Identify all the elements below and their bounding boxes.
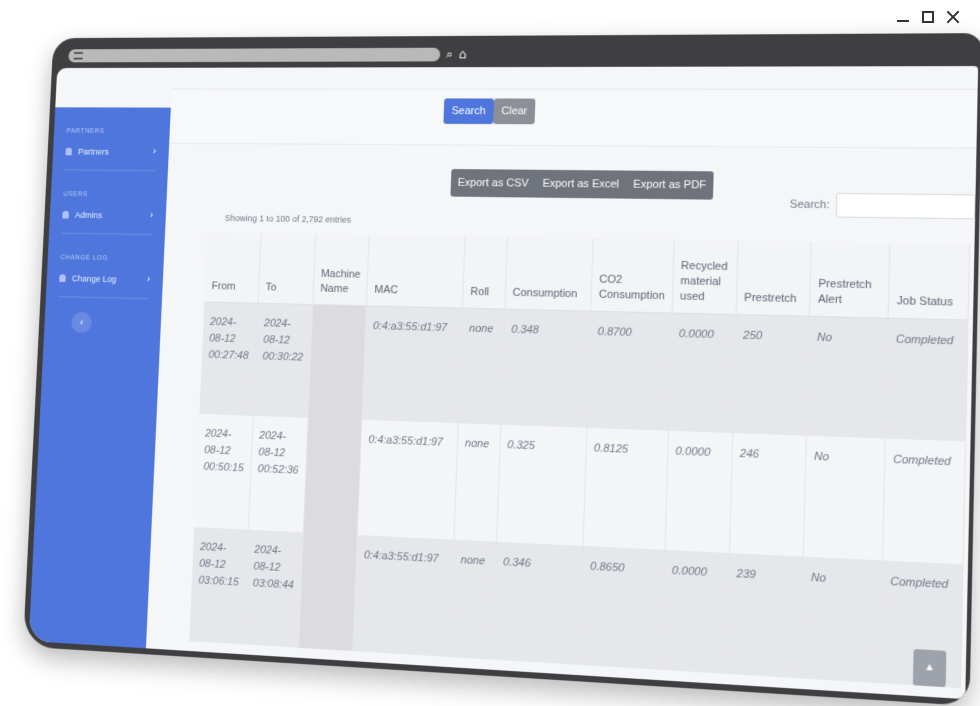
cell-consumption: 0.346	[492, 541, 584, 665]
column-header-job-status[interactable]: Job Status	[888, 243, 970, 320]
cell-roll: none	[454, 423, 501, 542]
minimize-icon[interactable]	[896, 10, 910, 24]
maximize-icon[interactable]	[921, 10, 935, 24]
cell-consumption: 0.325	[496, 424, 587, 546]
chevron-right-icon: ›	[152, 146, 157, 157]
address-bar[interactable]	[68, 47, 441, 63]
home-icon[interactable]: ⌂	[459, 47, 468, 62]
cell-co2-consumption: 0.8125	[583, 427, 669, 550]
column-header-recycled-material[interactable]: Recycled material used	[671, 239, 738, 315]
sidebar-heading: USERS	[63, 191, 89, 199]
cell-roll: none	[458, 307, 505, 425]
sidebar-item-change-log[interactable]: Change Log ›	[58, 272, 151, 300]
cell-prestretch: 246	[729, 433, 807, 557]
cell-job-status: Completed	[885, 317, 969, 442]
export-excel-button[interactable]: Export as Excel	[535, 170, 626, 199]
cell-co2-consumption: 0.8700	[586, 310, 672, 431]
page-viewport: PARTNERS Partners › USERS Admins › CHANG…	[28, 66, 979, 700]
address-bar-row: ⌕ ⌂	[68, 41, 961, 66]
column-header-prestretch-alert[interactable]: Prestretch Alert	[809, 241, 891, 318]
column-header-consumption[interactable]: Consumption	[504, 236, 594, 311]
export-pdf-button[interactable]: Export as PDF	[626, 171, 714, 200]
scroll-to-top-button[interactable]: ▲	[912, 649, 947, 688]
cell-to: 2024-08-12 00:52:36	[248, 415, 308, 533]
cell-prestretch: 250	[732, 314, 810, 436]
export-csv-button[interactable]: Export as CSV	[450, 169, 536, 198]
user-icon	[65, 147, 73, 155]
cell-job-status: Completed	[882, 438, 966, 565]
cell-prestretch-alert: No	[806, 315, 889, 439]
column-header-mac[interactable]: MAC	[366, 234, 466, 308]
cell-co2-consumption: 0.8650	[579, 545, 665, 670]
sidebar-item-label: Admins	[74, 209, 103, 220]
cell-mac: 0:4:a3:55:d1:97	[362, 305, 463, 424]
sidebar-section-partners: PARTNERS Partners ›	[52, 107, 171, 172]
export-button-group: Export as CSV Export as Excel Export as …	[450, 169, 714, 200]
chevron-right-icon: ›	[146, 274, 151, 285]
table-search: Search:	[789, 192, 976, 220]
cell-consumption: 0.348	[500, 308, 591, 428]
cell-from: 2024-08-12 00:50:15	[194, 413, 254, 530]
table-search-input[interactable]	[835, 192, 976, 220]
cell-from: 2024-08-12 00:27:48	[199, 301, 258, 416]
cell-recycled-material: 0.0000	[668, 312, 736, 434]
sidebar-heading: CHANGE LOG	[60, 254, 109, 262]
cell-machine-name	[298, 532, 358, 652]
user-icon	[59, 273, 66, 282]
search-icon[interactable]: ⌕	[446, 47, 454, 62]
screenshot-stage: ⌕ ⌂ PARTNERS Partners › USERS Admins › C…	[0, 0, 980, 706]
sidebar-item-label: Change Log	[71, 273, 117, 284]
tune-icon[interactable]	[73, 52, 84, 60]
close-icon[interactable]	[946, 10, 960, 24]
sidebar-item-partners[interactable]: Partners ›	[64, 145, 157, 172]
sidebar-item-admins[interactable]: Admins ›	[61, 209, 154, 236]
cell-mac: 0:4:a3:55:d1:97	[357, 419, 459, 540]
cell-to: 2024-08-12 03:08:44	[243, 529, 304, 648]
cell-prestretch-alert: No	[800, 556, 883, 684]
cell-recycled-material: 0.0000	[664, 430, 733, 553]
chevron-right-icon: ›	[149, 210, 154, 221]
main-content: Search Clear Export as CSV Export as Exc…	[146, 66, 978, 699]
cell-prestretch: 239	[725, 552, 804, 679]
sidebar-item-label: Partners	[77, 146, 110, 157]
column-header-to[interactable]: To	[257, 233, 316, 305]
column-header-prestretch[interactable]: Prestretch	[735, 240, 812, 316]
cell-machine-name	[303, 417, 363, 535]
sidebar-collapse-button[interactable]: ‹	[71, 311, 92, 334]
table-search-label: Search:	[789, 198, 830, 212]
search-button[interactable]: Search	[443, 98, 494, 125]
cell-recycled-material: 0.0000	[661, 549, 730, 674]
sidebar-heading: PARTNERS	[66, 128, 105, 135]
cell-machine-name	[307, 304, 367, 420]
jobs-table: From To Machine Name MAC Roll Consumptio…	[189, 232, 970, 689]
user-icon	[62, 210, 69, 219]
sidebar-section-users: USERS Admins ›	[49, 170, 168, 236]
column-header-co2-consumption[interactable]: CO2 Consumption	[590, 238, 675, 313]
sidebar-section-change-log: CHANGE LOG Change Log ›	[46, 233, 165, 300]
column-header-from[interactable]: From	[204, 232, 261, 303]
cell-to: 2024-08-12 00:30:22	[253, 302, 313, 418]
clear-button[interactable]: Clear	[493, 98, 536, 125]
cell-prestretch-alert: No	[803, 435, 886, 561]
column-header-roll[interactable]: Roll	[462, 236, 508, 309]
column-header-machine-name[interactable]: Machine Name	[312, 233, 370, 306]
filter-bar	[169, 88, 978, 149]
browser-device-frame: ⌕ ⌂ PARTNERS Partners › USERS Admins › C…	[23, 33, 980, 706]
cell-mac: 0:4:a3:55:d1:97	[352, 534, 455, 657]
window-controls	[896, 10, 960, 24]
cell-roll: none	[449, 539, 497, 660]
entries-info: Showing 1 to 100 of 2,792 entries	[224, 213, 352, 225]
cell-from: 2024-08-12 03:06:15	[189, 527, 249, 645]
